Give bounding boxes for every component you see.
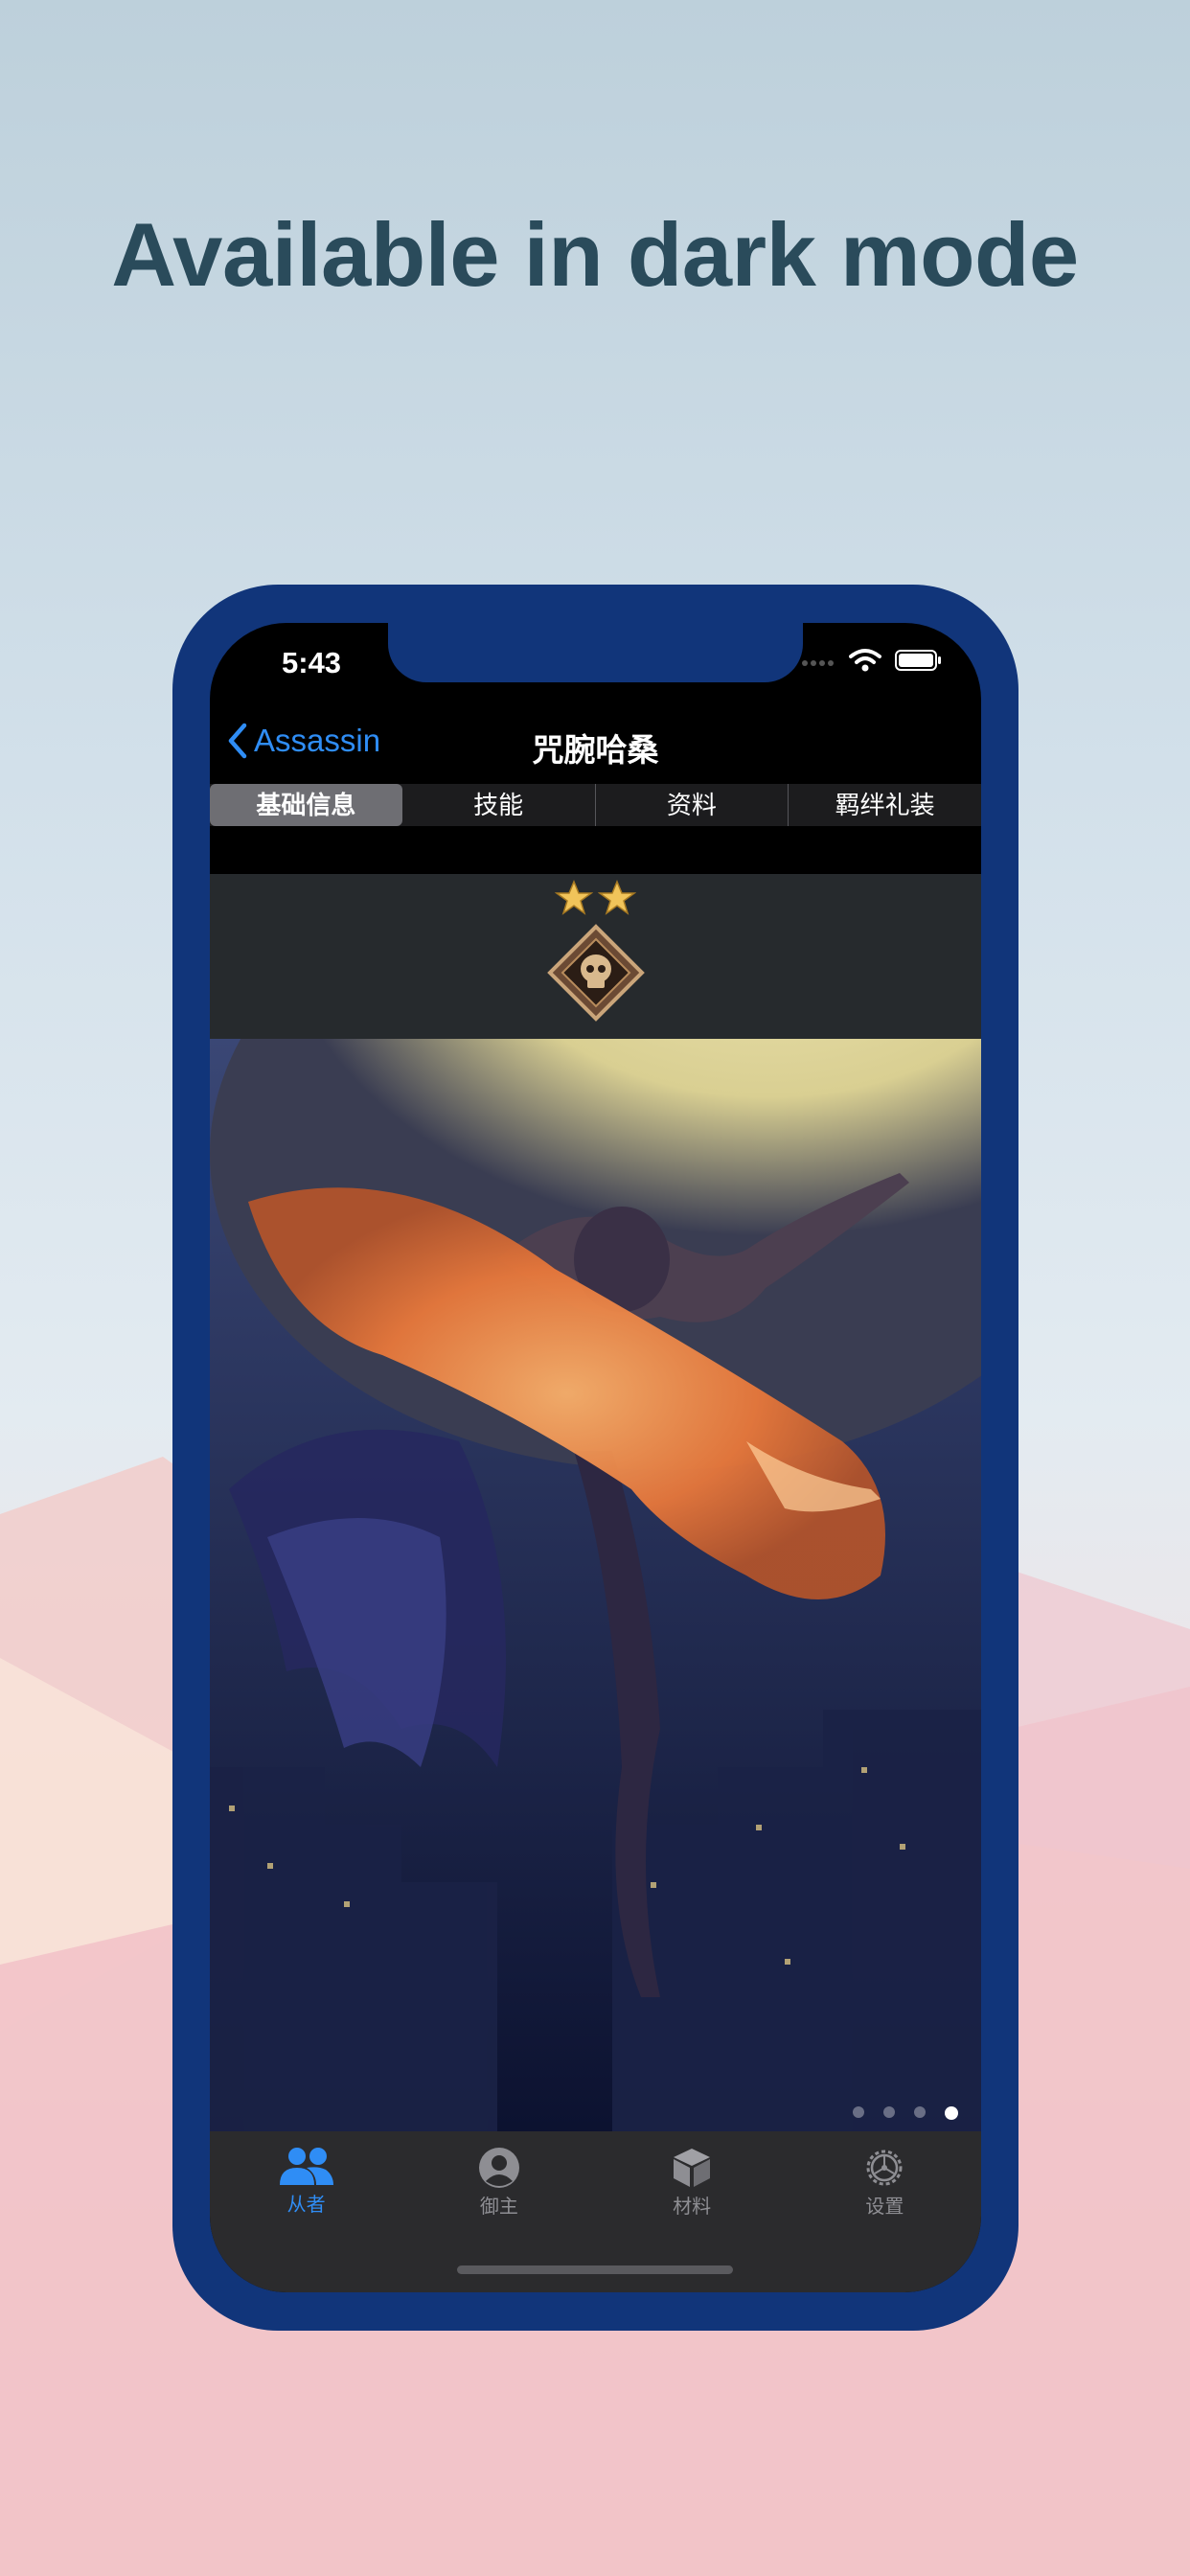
segment-basic-info[interactable]: 基础信息 [210,784,402,826]
carousel-page-dots [210,2106,981,2120]
users-icon [279,2148,333,2185]
phone-screen: 5:43 Assassin 咒腕哈桑 基础信息 技能 资料 羁绊礼装 从者 御主… [210,623,981,2292]
nav-title: 咒腕哈桑 [532,732,659,768]
segment-bond-ce[interactable]: 羁绊礼装 [789,784,981,826]
status-icons [801,648,943,673]
page-dot[interactable] [883,2106,895,2118]
signal-icon [802,660,834,666]
tab-settings[interactable]: 设置 [789,2131,981,2292]
phone-frame: 5:43 Assassin 咒腕哈桑 基础信息 技能 资料 羁绊礼装 从者 御主… [172,585,1018,2331]
wifi-icon [849,649,881,672]
tab-label: 材料 [673,2196,712,2218]
headline: Available in dark mode [111,204,1079,305]
tab-label: 从者 [286,2195,326,2216]
tab-label: 设置 [865,2196,904,2218]
assassin-skull-icon [547,924,645,1022]
header-spacer [210,832,981,874]
segment-profile[interactable]: 资料 [596,784,790,826]
rarity-stars [210,880,981,921]
segmented-control: 基础信息 技能 资料 羁绊礼装 [210,784,981,826]
notch [388,623,803,682]
page-dot-active[interactable] [945,2106,958,2120]
navigation-bar: Assassin 咒腕哈桑 [210,717,981,774]
star-icon [554,880,594,915]
battery-icon [895,650,941,671]
page-dot[interactable] [853,2106,864,2118]
status-time: 5:43 [282,646,342,679]
person-circle-icon [478,2148,519,2188]
segment-skills[interactable]: 技能 [402,784,596,826]
servant-info-band [210,874,981,1039]
gear-icon [866,2150,903,2186]
star-icon [597,880,637,915]
servant-artwork [210,1039,981,2131]
tab-label: 御主 [479,2196,518,2218]
page-dot[interactable] [914,2106,926,2118]
box-icon [674,2149,711,2187]
tab-servants[interactable]: 从者 [210,2131,402,2292]
home-indicator[interactable] [457,2266,733,2274]
